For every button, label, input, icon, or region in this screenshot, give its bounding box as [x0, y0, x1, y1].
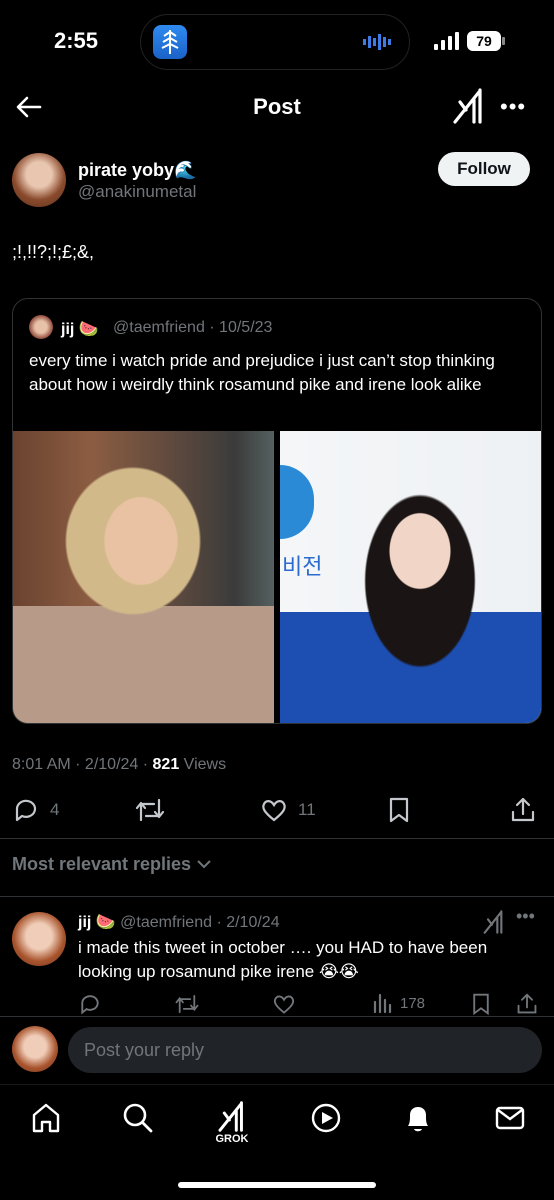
quote-image-left[interactable] — [13, 431, 274, 723]
divider — [0, 1016, 554, 1017]
post-time-date: 8:01 AM · 2/10/24 · — [12, 756, 153, 773]
heart-icon — [273, 995, 295, 1014]
bookmark-icon — [389, 797, 409, 823]
reply-author-avatar[interactable] — [12, 912, 66, 966]
repost-icon — [175, 994, 199, 1014]
tab-grok[interactable]: GROK — [210, 1101, 254, 1145]
status-bar: 2:55 79 — [0, 0, 554, 80]
grok-icon — [218, 1101, 243, 1132]
reply-repost-button[interactable] — [174, 992, 200, 1016]
tab-video[interactable] — [304, 1101, 348, 1145]
share-icon — [511, 797, 535, 822]
audio-wave-icon — [363, 33, 393, 56]
replies-sort-dropdown[interactable]: Most relevant replies — [12, 854, 212, 875]
tab-grok-label: GROK — [215, 1133, 249, 1145]
follow-button[interactable]: Follow — [438, 152, 530, 186]
tab-search[interactable] — [116, 1101, 160, 1145]
post-header: Post ••• — [0, 80, 554, 136]
heart-icon — [262, 800, 286, 822]
like-count: 11 — [298, 800, 316, 819]
current-user-avatar[interactable] — [12, 1026, 58, 1072]
grok-icon[interactable] — [452, 88, 486, 129]
quote-author-handle-date[interactable]: @taemfriend · 10/5/23 — [113, 319, 272, 337]
more-icon[interactable]: ••• — [500, 94, 526, 120]
battery-icon: 79 — [467, 31, 501, 51]
reply-author-name[interactable]: jij 🍉 — [78, 914, 116, 931]
share-icon — [517, 993, 537, 1014]
author-handle[interactable]: @anakinumetal — [78, 182, 196, 202]
quote-image-right[interactable]: 비전 — [280, 431, 541, 723]
views-count: 821 — [152, 756, 180, 773]
reply-views-count: 178 — [400, 994, 426, 1012]
reply-share-button[interactable] — [516, 992, 538, 1016]
reply-button[interactable]: 4 — [12, 796, 59, 824]
home-icon — [32, 1103, 60, 1133]
image-background-text: 비전 — [282, 555, 323, 580]
battery-tip — [502, 37, 505, 45]
reply-more-icon[interactable]: ••• — [516, 906, 535, 927]
views-label: Views — [179, 756, 227, 773]
app-activity-icon — [153, 25, 187, 59]
bookmark-button[interactable] — [386, 796, 412, 824]
reply-views-button[interactable]: 178 — [372, 992, 425, 1014]
replies-sort-label: Most relevant replies — [12, 854, 192, 874]
views-icon — [373, 993, 392, 1014]
bookmark-icon — [473, 993, 489, 1016]
home-indicator — [178, 1182, 376, 1188]
post-actions: 4 11 — [0, 792, 554, 832]
reply-like-button[interactable] — [272, 992, 296, 1016]
reply-text: i made this tweet in october …. you HAD … — [78, 938, 488, 981]
repost-icon — [135, 798, 165, 822]
chevron-down-icon — [197, 860, 211, 869]
reply-icon — [15, 799, 37, 822]
reply-reply-button[interactable] — [78, 992, 102, 1016]
reply-bookmark-button[interactable] — [470, 992, 492, 1016]
tab-messages[interactable] — [488, 1101, 532, 1145]
dynamic-island[interactable] — [140, 14, 410, 70]
like-button[interactable]: 11 — [260, 796, 316, 824]
notifications-icon — [408, 1107, 428, 1132]
quote-text: every time i watch pride and prejudice i… — [29, 351, 495, 394]
reply-icon — [81, 995, 99, 1015]
reply-input[interactable] — [68, 1027, 542, 1073]
reply-author-handle-date[interactable]: @taemfriend · 2/10/24 — [120, 914, 279, 931]
repost-button[interactable] — [134, 796, 176, 824]
quoted-post[interactable]: jij 🍉 @taemfriend · 10/5/23 every time i… — [12, 298, 542, 724]
post-text: ;!,!!?;!;£;&, — [12, 242, 95, 262]
author-name[interactable]: pirate yoby🌊 — [78, 160, 196, 181]
search-icon — [123, 1103, 153, 1133]
tab-home[interactable] — [24, 1101, 68, 1145]
messages-icon — [495, 1106, 525, 1130]
quote-author-avatar[interactable] — [29, 315, 53, 339]
tab-notifications[interactable] — [396, 1101, 440, 1145]
reply-header: jij 🍉 @taemfriend · 2/10/24 — [78, 912, 280, 932]
quote-author-name[interactable]: jij 🍉 — [61, 319, 99, 339]
post-meta: 8:01 AM · 2/10/24 · 821 Views — [12, 756, 226, 774]
image-background-object — [280, 465, 314, 539]
reply-actions: 178 — [0, 990, 554, 1018]
reply-count: 4 — [50, 800, 60, 819]
signal-icon — [434, 32, 460, 55]
video-icon — [311, 1103, 341, 1133]
grok-icon[interactable] — [482, 910, 506, 939]
share-button[interactable] — [510, 796, 536, 824]
author-avatar[interactable] — [12, 153, 66, 207]
divider — [0, 838, 554, 839]
status-time: 2:55 — [54, 28, 99, 53]
divider — [0, 896, 554, 897]
